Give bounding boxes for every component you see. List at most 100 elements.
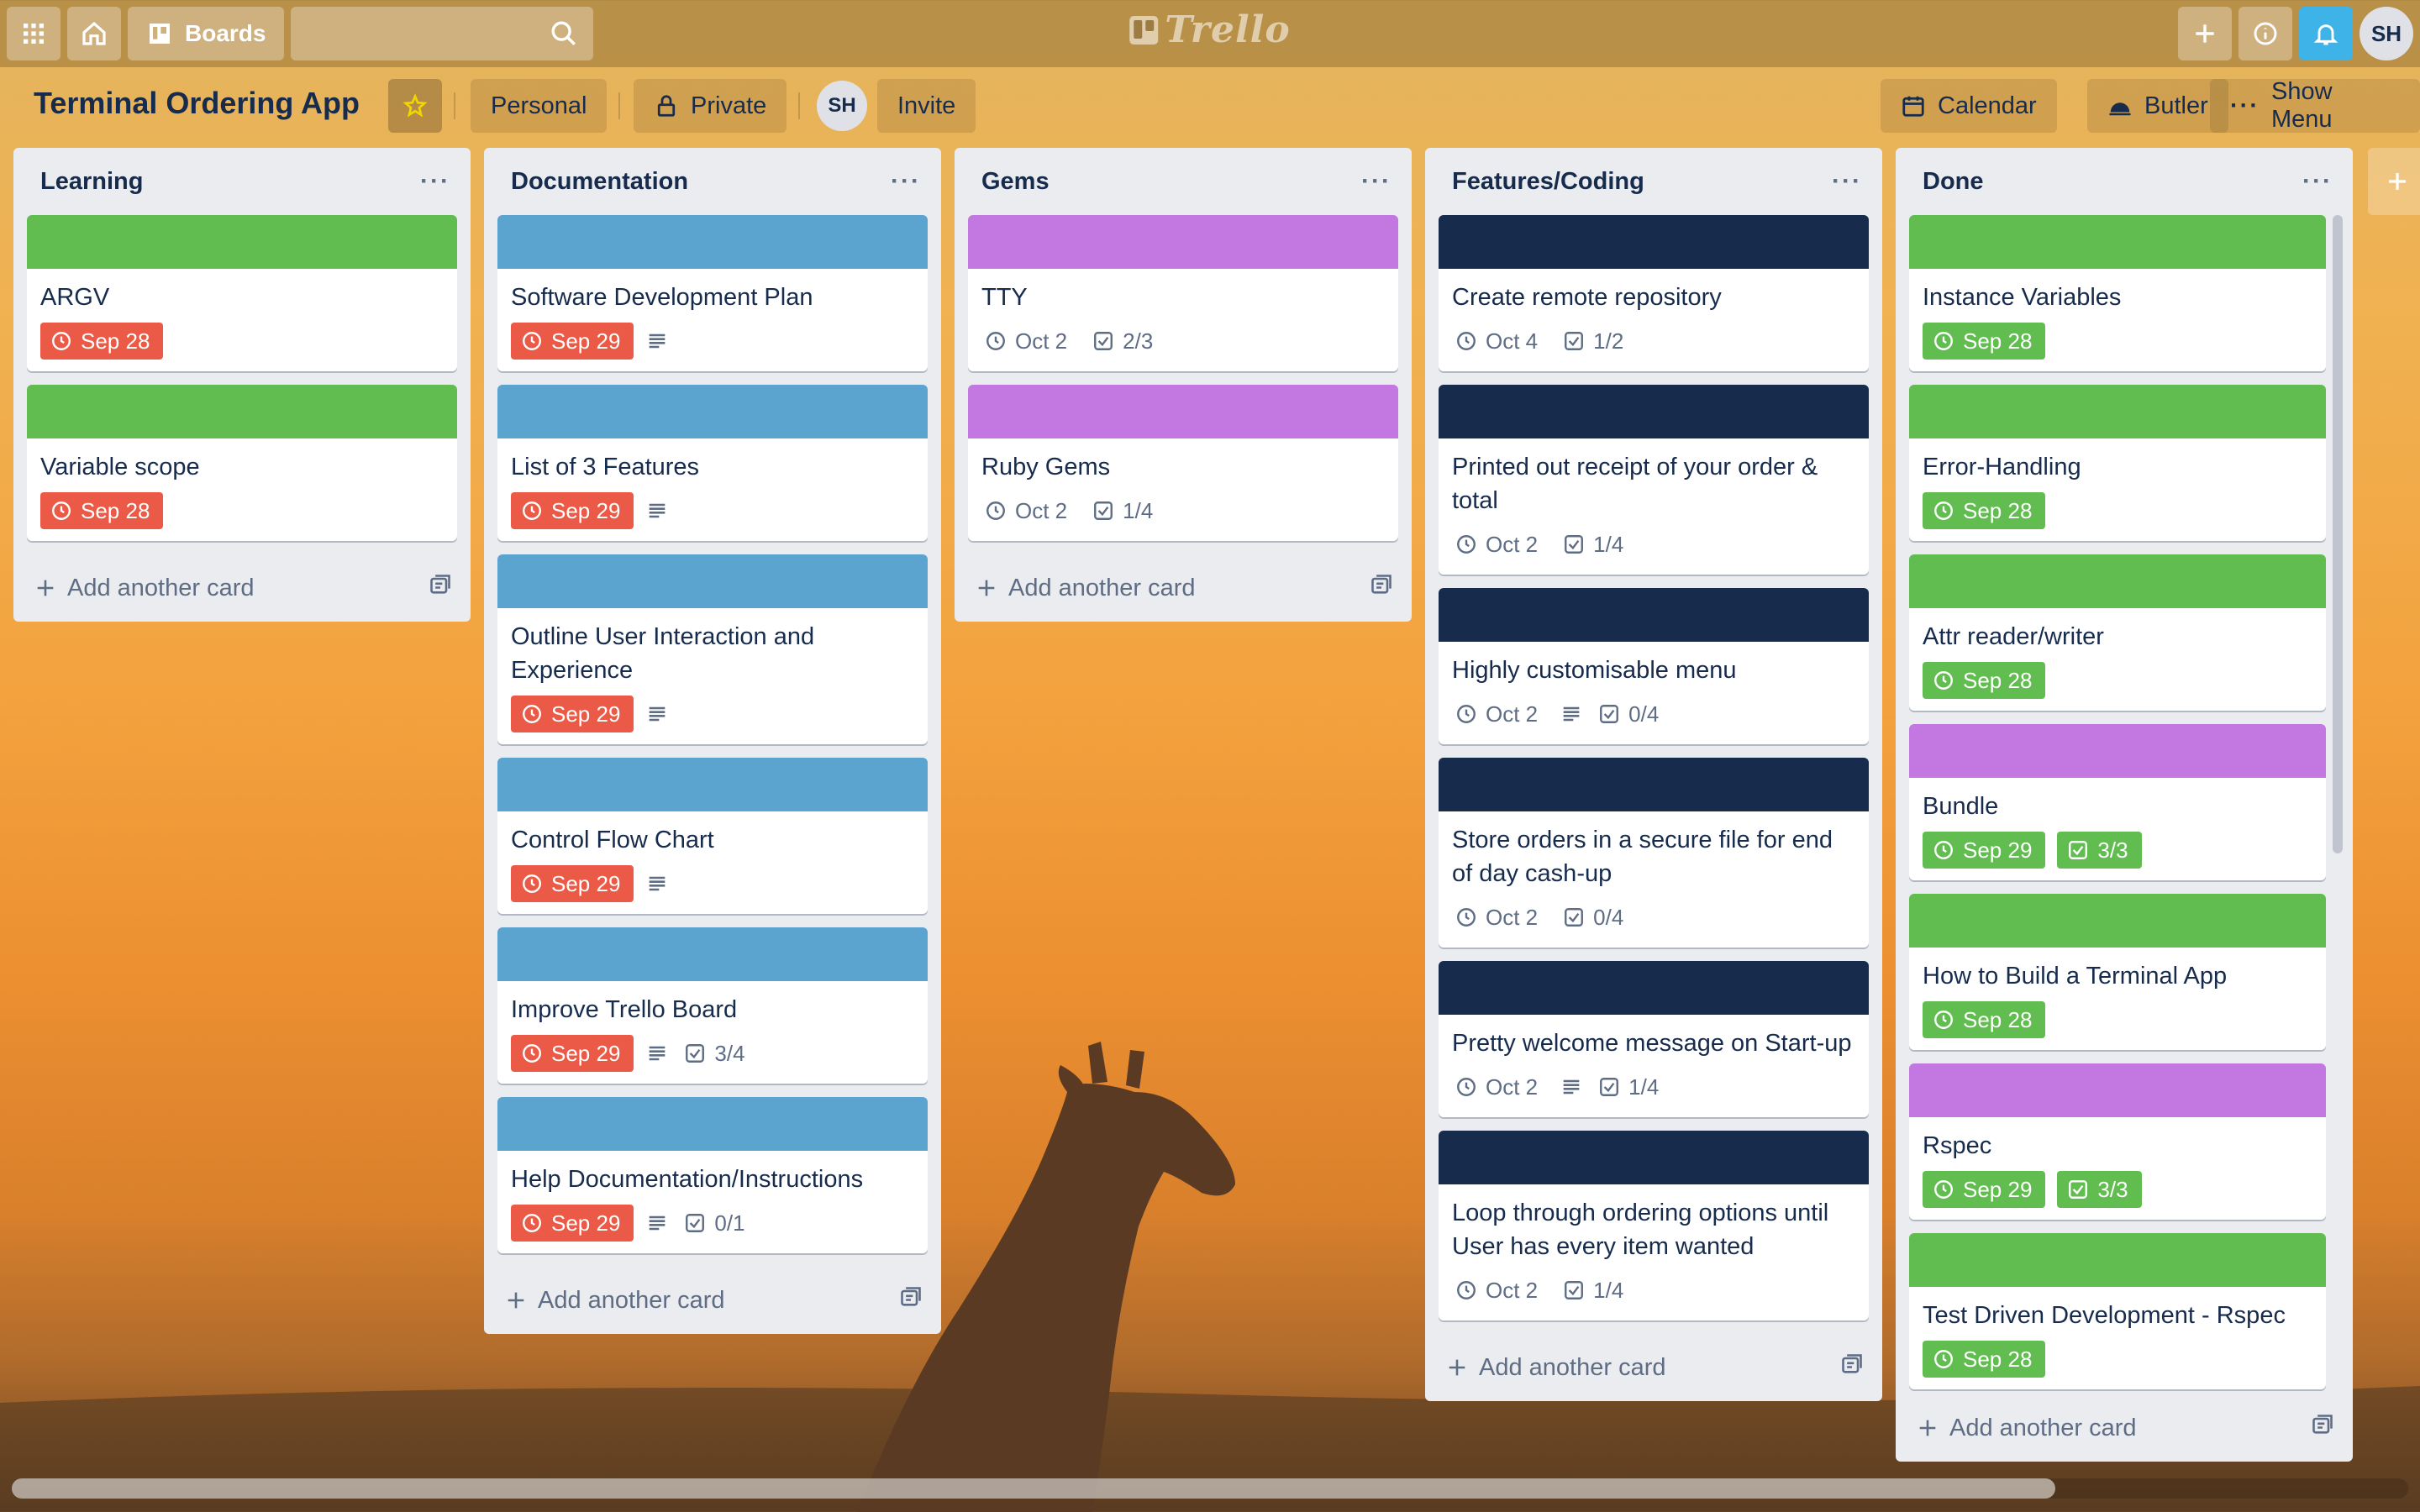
card[interactable]: Help Documentation/Instructions Sep 29 0/1 xyxy=(497,1097,928,1253)
card-template-button[interactable] xyxy=(2311,1413,2334,1443)
card-label-green[interactable] xyxy=(1909,215,2326,269)
list-header[interactable]: Documentation ··· xyxy=(484,148,941,215)
list-menu-icon[interactable]: ··· xyxy=(1832,167,1862,196)
user-avatar[interactable]: SH xyxy=(2360,7,2413,60)
horizontal-scrollbar-thumb[interactable] xyxy=(12,1478,2055,1499)
list-title[interactable]: Done xyxy=(1923,168,1984,196)
card[interactable]: Improve Trello Board Sep 29 3/4 xyxy=(497,927,928,1084)
apps-menu-button[interactable] xyxy=(7,7,60,60)
boards-button[interactable]: Boards xyxy=(128,7,285,60)
home-button[interactable] xyxy=(67,7,121,60)
due-date-badge[interactable]: Sep 29 xyxy=(511,865,634,902)
card-label-purple[interactable] xyxy=(968,215,1398,269)
list-header[interactable]: Done ··· xyxy=(1896,148,2353,215)
card-label-purple[interactable] xyxy=(968,385,1398,438)
card-template-button[interactable] xyxy=(1840,1352,1864,1383)
card-label-purple[interactable] xyxy=(1909,1063,2326,1117)
due-date-badge[interactable]: Oct 2 xyxy=(1452,899,1548,936)
card[interactable]: Error-Handling Sep 28 xyxy=(1909,385,2326,541)
card[interactable]: Instance Variables Sep 28 xyxy=(1909,215,2326,371)
list-menu-icon[interactable]: ··· xyxy=(1361,167,1392,196)
privacy-button[interactable]: Private xyxy=(634,79,787,133)
due-date-badge[interactable]: Oct 2 xyxy=(1452,696,1548,732)
list-menu-icon[interactable]: ··· xyxy=(420,167,450,196)
list-header[interactable]: Learning ··· xyxy=(13,148,471,215)
due-date-badge[interactable]: Oct 2 xyxy=(1452,1272,1548,1309)
card[interactable]: Create remote repository Oct 4 1/2 xyxy=(1439,215,1869,371)
card[interactable]: List of 3 Features Sep 29 xyxy=(497,385,928,541)
calendar-button[interactable]: Calendar xyxy=(1881,79,2057,133)
card[interactable]: Test Driven Development - Rspec Sep 28 xyxy=(1909,1233,2326,1389)
card-label-blue[interactable] xyxy=(497,1097,928,1151)
due-date-badge[interactable]: Oct 2 xyxy=(1452,526,1548,563)
card[interactable]: Variable scope Sep 28 xyxy=(27,385,457,541)
team-visibility-button[interactable]: Personal xyxy=(471,79,608,133)
due-date-badge[interactable]: Sep 28 xyxy=(40,323,164,360)
card-label-blue[interactable] xyxy=(497,385,928,438)
search-box[interactable] xyxy=(291,7,594,60)
due-date-badge[interactable]: Sep 28 xyxy=(1923,662,2046,699)
card-label-navy[interactable] xyxy=(1439,588,1869,642)
due-date-badge[interactable]: Sep 28 xyxy=(1923,1001,2046,1038)
list-title[interactable]: Gems xyxy=(981,168,1050,196)
card[interactable]: Software Development Plan Sep 29 xyxy=(497,215,928,371)
create-button[interactable] xyxy=(2178,7,2232,60)
due-date-badge[interactable]: Sep 29 xyxy=(511,492,634,529)
list-menu-icon[interactable]: ··· xyxy=(2302,167,2333,196)
card-label-blue[interactable] xyxy=(497,927,928,981)
card[interactable]: Ruby Gems Oct 2 1/4 xyxy=(968,385,1398,541)
card-label-navy[interactable] xyxy=(1439,215,1869,269)
list-done[interactable]: Done ··· Instance Variables Sep 28 Error-Han… xyxy=(1896,148,2353,1462)
card[interactable]: Outline User Interaction and Experience S… xyxy=(497,554,928,744)
list-documentation[interactable]: Documentation ··· Software Development Pla… xyxy=(484,148,941,1334)
add-card-button[interactable]: Add another card xyxy=(34,575,254,602)
board-member-avatar[interactable]: SH xyxy=(817,81,867,131)
card[interactable]: Pretty welcome message on Start-up Oct 2 1… xyxy=(1439,961,1869,1117)
due-date-badge[interactable]: Sep 28 xyxy=(40,492,164,529)
card[interactable]: Control Flow Chart Sep 29 xyxy=(497,758,928,914)
invite-button[interactable]: Invite xyxy=(877,79,976,133)
card[interactable]: Store orders in a secure file for end of… xyxy=(1439,758,1869,948)
due-date-badge[interactable]: Sep 29 xyxy=(1923,1171,2046,1208)
card-label-blue[interactable] xyxy=(497,215,928,269)
card-label-green[interactable] xyxy=(1909,385,2326,438)
card-label-blue[interactable] xyxy=(497,554,928,608)
card-label-green[interactable] xyxy=(27,385,457,438)
card-template-button[interactable] xyxy=(899,1285,923,1315)
list-title[interactable]: Learning xyxy=(40,168,143,196)
done-list-scrollbar[interactable] xyxy=(2333,215,2343,853)
add-card-button[interactable]: Add another card xyxy=(1916,1415,2136,1442)
notifications-button[interactable] xyxy=(2299,7,2353,60)
list-header[interactable]: Features/Coding ··· xyxy=(1425,148,1882,215)
card[interactable]: Highly customisable menu Oct 2 0/4 xyxy=(1439,588,1869,744)
card-label-purple[interactable] xyxy=(1909,724,2326,778)
horizontal-scrollbar[interactable] xyxy=(12,1478,2408,1499)
card-label-green[interactable] xyxy=(1909,1233,2326,1287)
card-label-navy[interactable] xyxy=(1439,758,1869,811)
card[interactable]: Attr reader/writer Sep 28 xyxy=(1909,554,2326,711)
due-date-badge[interactable]: Sep 28 xyxy=(1923,1341,2046,1378)
card-label-blue[interactable] xyxy=(497,758,928,811)
due-date-badge[interactable]: Sep 29 xyxy=(511,1205,634,1242)
card[interactable]: How to Build a Terminal App Sep 28 xyxy=(1909,894,2326,1050)
done-list-scrollbar-thumb[interactable] xyxy=(2333,215,2343,853)
show-menu-button[interactable]: ··· Show Menu xyxy=(2210,78,2420,133)
board-title[interactable]: Terminal Ordering App xyxy=(34,86,360,121)
due-date-badge[interactable]: Sep 29 xyxy=(511,323,634,360)
card-template-button[interactable] xyxy=(429,573,452,603)
due-date-badge[interactable]: Sep 29 xyxy=(511,696,634,732)
star-board-button[interactable] xyxy=(388,79,442,133)
due-date-badge[interactable]: Oct 2 xyxy=(1452,1068,1548,1105)
due-date-badge[interactable]: Oct 2 xyxy=(981,323,1077,360)
list-menu-icon[interactable]: ··· xyxy=(891,167,921,196)
info-button[interactable] xyxy=(2238,7,2292,60)
card[interactable]: Printed out receipt of your order & tota… xyxy=(1439,385,1869,575)
card-label-green[interactable] xyxy=(1909,554,2326,608)
list-title[interactable]: Documentation xyxy=(511,168,688,196)
card-label-navy[interactable] xyxy=(1439,961,1869,1015)
due-date-badge[interactable]: Oct 2 xyxy=(981,492,1077,529)
card[interactable]: Loop through ordering options until User… xyxy=(1439,1131,1869,1320)
add-list-button[interactable] xyxy=(2368,148,2420,215)
add-card-button[interactable]: Add another card xyxy=(504,1287,724,1315)
butler-button[interactable]: Butler xyxy=(2087,79,2228,133)
